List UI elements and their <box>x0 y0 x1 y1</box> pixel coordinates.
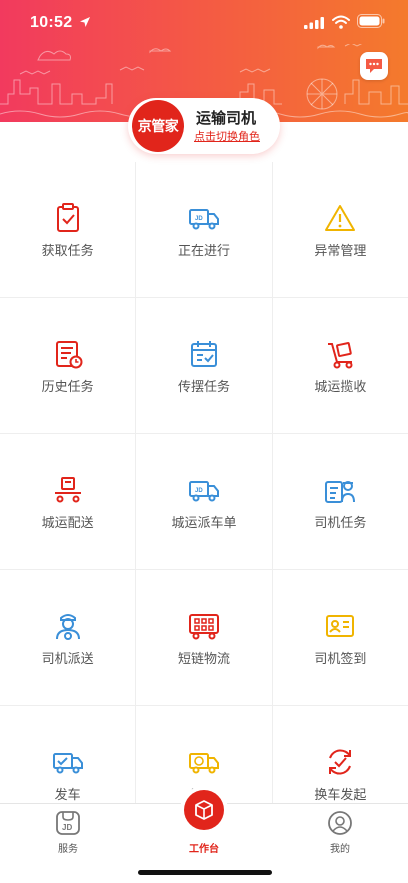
svg-text:JD: JD <box>195 216 203 222</box>
grid-item-driver-dispatch[interactable]: 司机派送 <box>0 570 137 705</box>
battery-icon <box>357 14 385 28</box>
switch-role-link[interactable]: 点击切换角色 <box>194 128 260 144</box>
grid-row: 历史任务 传摆任务 城运揽收 <box>0 298 408 434</box>
grid-row: 司机派送 短链物流 司机签到 <box>0 570 408 706</box>
calendar-check-icon <box>190 341 217 367</box>
jd-service-icon: JD <box>56 811 80 835</box>
clipboard-check-icon <box>56 203 79 232</box>
grid-item-label: 正在进行 <box>177 244 230 259</box>
grid-item-swap-vehicle[interactable]: 换车发起 <box>273 706 408 803</box>
grid-item-short-chain-logistics[interactable]: 短链物流 <box>136 570 273 705</box>
jd-truck-icon: JD <box>188 481 219 502</box>
grid-item-driver-checkin[interactable]: 司机签到 <box>273 570 408 705</box>
status-bar: 10:52 <box>0 0 408 44</box>
id-card-icon <box>326 615 355 637</box>
role-title: 运输司机 <box>196 109 257 127</box>
grid-item-label: 传摆任务 <box>177 380 230 395</box>
grid-item-city-delivery[interactable]: 城运配送 <box>0 434 137 569</box>
tab-workbench-label: 工作台 <box>189 844 219 855</box>
profile-icon <box>328 811 352 835</box>
grid-item-driver-task[interactable]: 司机任务 <box>273 434 408 569</box>
grid-item-transfer-task[interactable]: 传摆任务 <box>136 298 273 433</box>
jd-butler-logo: 京管家 <box>132 100 184 152</box>
swap-truck-icon <box>329 749 352 775</box>
role-card[interactable]: 京管家 运输司机 点击切换角色 <box>128 98 280 154</box>
grid-item-city-dispatch-order[interactable]: JD 城运派车单 <box>136 434 273 569</box>
grid-item-label: 短链物流 <box>177 652 230 667</box>
hand-truck-icon <box>328 342 353 369</box>
grid-item-label: 换车发起 <box>314 788 367 803</box>
tab-service[interactable]: JD 服务 <box>0 804 136 864</box>
grid-item-label: 发车 <box>54 788 81 803</box>
grid-item-label: 城运配送 <box>41 516 94 531</box>
chat-bubble-icon <box>366 59 382 73</box>
home-indicator <box>138 870 272 875</box>
truck-check-icon <box>52 753 83 774</box>
wifi-icon <box>332 15 350 29</box>
grid-item-label: 城运揽收 <box>314 380 367 395</box>
grid-item-label: 历史任务 <box>41 380 94 395</box>
jd-truck-icon: JD <box>188 209 219 230</box>
grid-item-in-progress[interactable]: JD 正在进行 <box>136 162 273 297</box>
driver-task-icon <box>325 481 356 503</box>
grid-item-label: 城运派车单 <box>171 516 237 531</box>
delivery-cart-icon <box>54 477 81 503</box>
location-arrow-icon <box>80 17 90 27</box>
svg-text:JD: JD <box>62 823 72 832</box>
status-time: 10:52 <box>30 14 73 31</box>
tab-service-label: 服务 <box>58 844 78 855</box>
grid-item-history[interactable]: 历史任务 <box>0 298 137 433</box>
grid-item-exception[interactable]: 异常管理 <box>273 162 408 297</box>
warning-triangle-icon <box>325 205 356 231</box>
logo-text: 京管家 <box>137 119 179 135</box>
grid-item-label: 司机任务 <box>314 516 367 531</box>
box-cube-icon <box>195 800 213 820</box>
history-list-icon <box>55 341 83 369</box>
container-truck-icon <box>188 614 219 640</box>
grid-item-city-pickup[interactable]: 城运揽收 <box>273 298 408 433</box>
grid-item-arrive[interactable]: 到车 <box>136 706 273 803</box>
grid-item-get-task[interactable]: 获取任务 <box>0 162 137 297</box>
function-grid: 获取任务 JD 正在进行 异常管理 历史任务 传摆任务 城运揽收 城运配送 JD… <box>0 162 408 803</box>
svg-text:JD: JD <box>195 488 203 494</box>
grid-item-label: 获取任务 <box>41 244 94 259</box>
grid-item-label: 异常管理 <box>314 244 367 259</box>
grid-row: 获取任务 JD 正在进行 异常管理 <box>0 162 408 298</box>
tab-mine-label: 我的 <box>330 844 350 855</box>
message-button[interactable] <box>360 52 388 80</box>
truck-arrive-icon <box>188 753 219 774</box>
cellular-signal-icon <box>304 17 324 29</box>
grid-item-label: 司机签到 <box>314 652 367 667</box>
grid-row: 城运配送 JD 城运派车单 司机任务 <box>0 434 408 570</box>
grid-item-depart[interactable]: 发车 <box>0 706 137 803</box>
tab-mine[interactable]: 我的 <box>272 804 408 864</box>
grid-row: 发车 到车 换车发起 <box>0 706 408 803</box>
workbench-button[interactable] <box>184 790 224 830</box>
grid-item-label: 司机派送 <box>41 652 94 667</box>
driver-icon <box>55 614 80 640</box>
